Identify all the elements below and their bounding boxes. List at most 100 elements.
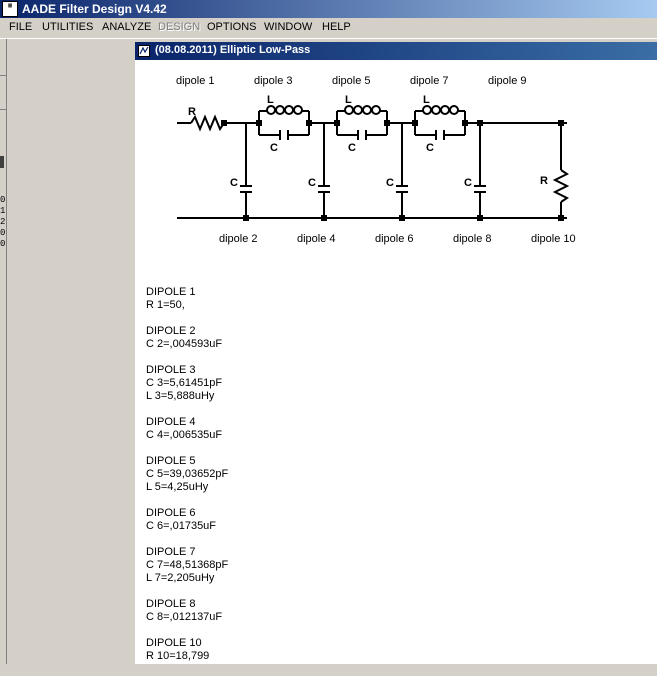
strip-digit: 1 xyxy=(0,206,6,216)
lc-tank: LC xyxy=(336,94,388,154)
junction-node xyxy=(558,215,564,221)
component-values-list: DIPOLE 1R 1=50, DIPOLE 2C 2=,004593uF DIPO… xyxy=(146,286,228,676)
dipole-header: DIPOLE 10 xyxy=(146,637,202,649)
left-panel-strip: 01200 xyxy=(0,39,7,664)
dipole-header: DIPOLE 2 xyxy=(146,325,196,337)
junction-node xyxy=(306,120,312,126)
menu-file[interactable]: FILE xyxy=(9,21,32,33)
strip-digit: 0 xyxy=(0,239,6,249)
dipole-value: C 7=48,51368pF xyxy=(146,559,229,571)
top-label: dipole 1 xyxy=(176,75,215,87)
dipole-value: R 1=50, xyxy=(146,299,185,311)
dipole-block: DIPOLE 10 R 10=18,799 xyxy=(146,637,228,663)
strip-digit: 0 xyxy=(0,228,6,238)
top-label: dipole 3 xyxy=(254,75,293,87)
top-label: dipole 9 xyxy=(488,75,527,87)
dipole-value: C 5=39,03652pF xyxy=(146,468,229,480)
shunt-capacitor: C xyxy=(386,123,408,218)
component-letter-c: C xyxy=(348,142,356,154)
dipole-header: DIPOLE 1 xyxy=(146,286,196,298)
divider xyxy=(0,109,6,110)
dipole-value: C 4=,006535uF xyxy=(146,429,223,441)
dipole-block: DIPOLE 6C 6=,01735uF xyxy=(146,507,228,533)
junction-node xyxy=(399,215,405,221)
bottom-label: dipole 8 xyxy=(453,233,492,245)
dipole-block: DIPOLE 5C 5=39,03652pF L 5=4,25uHy xyxy=(146,455,228,494)
junction-node xyxy=(412,120,418,126)
component-letter-c: C xyxy=(230,177,238,189)
filter-schematic: dipole 1 dipole 3 dipole 5 dipole 7 dipo… xyxy=(176,75,576,245)
junction-node xyxy=(321,215,327,221)
dipole-value: R 10=18,799 xyxy=(146,650,210,662)
dipole-header: DIPOLE 7 xyxy=(146,546,196,558)
dipole-value: L 5=4,25uHy xyxy=(146,481,209,493)
dipole-block: DIPOLE 1R 1=50, xyxy=(146,286,228,312)
junction-node xyxy=(243,215,249,221)
component-letter-c: C xyxy=(308,177,316,189)
menu-utilities[interactable]: UTILITIES xyxy=(42,21,93,33)
junction-node xyxy=(558,120,564,126)
divider xyxy=(0,75,6,76)
component-letter-l: L xyxy=(423,94,430,106)
junction-node xyxy=(384,120,390,126)
dipole-value: C 3=5,61451pF xyxy=(146,377,223,389)
menu-window[interactable]: WINDOW xyxy=(264,21,312,33)
dipole-header: DIPOLE 8 xyxy=(146,598,196,610)
app-titlebar[interactable]: ▦ AADE Filter Design V4.42 xyxy=(0,0,657,18)
component-letter-l: L xyxy=(345,94,352,106)
dipole-value: C 6=,01735uF xyxy=(146,520,217,532)
junction-node xyxy=(334,120,340,126)
component-letter-c: C xyxy=(386,177,394,189)
panel-marker xyxy=(0,156,4,168)
lc-tank: LC xyxy=(258,94,310,154)
top-label: dipole 7 xyxy=(410,75,449,87)
left-strip-digits: 01200 xyxy=(0,195,6,250)
bottom-label: dipole 10 xyxy=(531,233,576,245)
menu-analyze[interactable]: ANALYZE xyxy=(102,21,151,33)
menu-bar: FILE UTILITIES ANALYZE DESIGN OPTIONS WINDOW H… xyxy=(0,18,657,39)
component-letter-r: R xyxy=(540,175,548,187)
output-resistor xyxy=(552,123,570,218)
strip-digit: 2 xyxy=(0,217,6,227)
junction-node xyxy=(477,215,483,221)
component-letter-c: C xyxy=(464,177,472,189)
junction-node xyxy=(462,120,468,126)
dipole-header: DIPOLE 4 xyxy=(146,416,196,428)
filter-window-title: (08.08.2011) Elliptic Low-Pass xyxy=(155,44,311,56)
filter-window: (08.08.2011) Elliptic Low-Pass dipole 1 … xyxy=(133,42,657,664)
input-resistor xyxy=(190,114,225,132)
bottom-label: dipole 2 xyxy=(219,233,258,245)
shunt-capacitor: C xyxy=(308,123,330,218)
junction-node xyxy=(477,120,483,126)
dipole-block: DIPOLE 3C 3=5,61451pF L 3=5,888uHy xyxy=(146,364,228,403)
bottom-label: dipole 6 xyxy=(375,233,414,245)
bottom-label: dipole 4 xyxy=(297,233,336,245)
dipole-value: C 2=,004593uF xyxy=(146,338,223,350)
component-letter-r: R xyxy=(188,106,196,118)
strip-digit: 0 xyxy=(0,195,6,205)
top-label: dipole 5 xyxy=(332,75,371,87)
menu-help[interactable]: HELP xyxy=(322,21,351,33)
junction-node xyxy=(221,120,227,126)
shunt-capacitor: C xyxy=(230,123,252,218)
lc-tank: LC xyxy=(414,94,466,154)
menu-options[interactable]: OPTIONS xyxy=(207,21,257,33)
shunt-capacitor: C xyxy=(464,123,486,218)
menu-design[interactable]: DESIGN xyxy=(158,21,200,33)
window-icon[interactable] xyxy=(138,45,150,57)
dipole-value: L 7=2,205uHy xyxy=(146,572,215,584)
filter-window-titlebar[interactable]: (08.08.2011) Elliptic Low-Pass xyxy=(135,42,657,60)
dipole-block: DIPOLE 4C 4=,006535uF xyxy=(146,416,228,442)
dipole-block: DIPOLE 7C 7=48,51368pF L 7=2,205uHy xyxy=(146,546,228,585)
dipole-header: DIPOLE 3 xyxy=(146,364,196,376)
dipole-header: DIPOLE 6 xyxy=(146,507,196,519)
junction-node xyxy=(256,120,262,126)
dipole-value: L 3=5,888uHy xyxy=(146,390,215,402)
app-logo-icon[interactable]: ▦ xyxy=(2,1,18,17)
component-letter-c: C xyxy=(426,142,434,154)
app-title: AADE Filter Design V4.42 xyxy=(22,2,167,16)
component-letter-c: C xyxy=(270,142,278,154)
dipole-block: DIPOLE 2C 2=,004593uF xyxy=(146,325,228,351)
dipole-block: DIPOLE 8C 8=,012137uF xyxy=(146,598,228,624)
dipole-value: C 8=,012137uF xyxy=(146,611,223,623)
